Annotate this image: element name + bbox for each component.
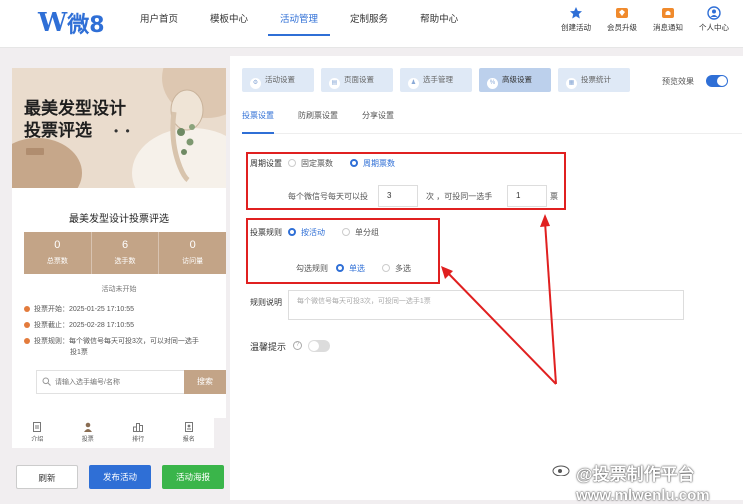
notifications-label: 消息通知 xyxy=(653,23,683,32)
top-navbar: W 微8 用户首页 模板中心 活动管理 定制服务 帮助中心 创建活动 会员升级 … xyxy=(0,0,743,48)
banner-decor-shape xyxy=(12,138,82,188)
search-icon xyxy=(42,377,51,386)
vote-rule-info: 投票规则：每个微信号每天可投3次，可以对同一选手 投1票 xyxy=(24,336,199,358)
tab-intro[interactable]: 介绍 xyxy=(12,418,63,448)
tab-anti-fraud-settings[interactable]: 防刷票设置 xyxy=(298,104,338,134)
vote-start-info: 投票开始：2025-01-25 17:10:55 xyxy=(24,304,134,315)
stats-bar: 0 总票数 6 选手数 0 访问量 xyxy=(24,232,226,274)
tab-vote[interactable]: 投票 xyxy=(63,418,114,448)
settings-subtabs: 投票设置 防刷票设置 分享设置 xyxy=(242,104,742,134)
rule-desc-textarea[interactable]: 每个微信号每天可投3次，可投同一选手1票 xyxy=(288,290,684,320)
preview-tabbar: 介绍 投票 排行 报名 xyxy=(12,418,214,448)
tab-vote-settings[interactable]: 投票设置 xyxy=(242,104,274,134)
vote-end-info: 投票截止：2025-02-28 17:10:55 xyxy=(24,320,134,331)
create-activity-label: 创建活动 xyxy=(561,23,591,32)
rule-desc-label: 规则说明 xyxy=(250,298,282,307)
step-page-settings[interactable]: ▤ 页面设置 xyxy=(321,68,393,92)
notifications-button[interactable]: 消息通知 xyxy=(645,6,691,33)
create-activity-button[interactable]: 创建活动 xyxy=(553,6,599,33)
tab-signup[interactable]: 报名 xyxy=(164,418,215,448)
diamond-icon xyxy=(616,8,628,18)
top-actions: 创建活动 会员升级 消息通知 个人中心 xyxy=(553,6,737,33)
search-button[interactable]: 搜索 xyxy=(184,370,226,394)
percent-icon: % xyxy=(487,78,498,89)
tab-share-settings[interactable]: 分享设置 xyxy=(362,104,394,134)
person-icon xyxy=(83,422,92,432)
activity-poster-button[interactable]: 活动海报 xyxy=(162,465,224,489)
hairstyle-illustration xyxy=(170,89,204,182)
step-vote-statistics[interactable]: ▦ 投票统计 xyxy=(558,68,630,92)
clock-icon xyxy=(24,306,30,312)
preview-toggle[interactable] xyxy=(706,75,728,87)
refresh-button[interactable]: 刷新 xyxy=(16,465,78,489)
watermark-url: www.mlwenlu.com xyxy=(576,487,710,504)
preview-toggle-label: 预览效果 xyxy=(662,77,694,86)
member-upgrade-label: 会员升级 xyxy=(607,23,637,32)
nav-template-center[interactable]: 模板中心 xyxy=(198,0,260,48)
star-icon xyxy=(570,7,582,19)
banner-title: 最美发型设计 投票评选 xyxy=(24,99,126,140)
nav-user-home[interactable]: 用户首页 xyxy=(128,0,190,48)
bell-icon xyxy=(662,8,674,18)
stat-players: 6 选手数 xyxy=(92,232,160,274)
page-icon: ▤ xyxy=(329,78,340,89)
publish-activity-button[interactable]: 发布活动 xyxy=(89,465,151,489)
banner-dots: • • xyxy=(114,124,132,138)
personal-center-label: 个人中心 xyxy=(699,23,729,32)
reminder-label: 温馨提示 xyxy=(250,342,287,352)
watermark: @投票制作平台 www.mlwenlu.com xyxy=(576,460,710,504)
ranking-icon xyxy=(133,423,144,432)
highlight-box xyxy=(246,152,566,210)
chart-icon: ▦ xyxy=(566,78,577,89)
settings-icon: ⚙ xyxy=(250,78,261,89)
preview-banner: 最美发型设计 投票评选 • • xyxy=(12,68,226,188)
step-player-management[interactable]: ♟ 选手管理 xyxy=(400,68,472,92)
logo[interactable]: W 微8 xyxy=(38,8,105,38)
reminder-toggle[interactable] xyxy=(308,340,330,352)
stat-visits: 0 访问量 xyxy=(182,239,204,265)
logo-text: 微8 xyxy=(67,13,105,38)
search-input[interactable] xyxy=(55,374,183,390)
tab-ranking[interactable]: 排行 xyxy=(113,418,164,448)
watermark-title: @投票制作平台 xyxy=(576,465,695,484)
banner-tag xyxy=(26,148,45,155)
stat-total-votes: 0 总票数 xyxy=(24,232,92,274)
clock-icon xyxy=(24,322,30,328)
doc-icon xyxy=(33,422,42,432)
activity-title: 最美发型设计投票评选 xyxy=(69,214,169,225)
main-nav: 用户首页 模板中心 活动管理 定制服务 帮助中心 xyxy=(128,0,478,48)
activity-preview: 最美发型设计 投票评选 • • 最美发型设计投票评选 0 总票数 6 选手数 0… xyxy=(12,68,226,418)
signup-icon xyxy=(184,422,193,432)
settings-panel: ⚙ 活动设置 ▤ 页面设置 ♟ 选手管理 % 高级设置 ▦ 投票统计 预览效果 投票设置 … xyxy=(230,56,743,500)
nav-activity-management[interactable]: 活动管理 xyxy=(268,0,331,36)
toggle-knob xyxy=(309,341,319,351)
weibo-logo-icon xyxy=(552,465,570,476)
help-icon[interactable]: ? xyxy=(293,341,302,350)
player-search: 搜索 xyxy=(36,370,226,394)
member-upgrade-button[interactable]: 会员升级 xyxy=(599,6,645,33)
info-icon xyxy=(24,338,30,344)
step-nav: ⚙ 活动设置 ▤ 页面设置 ♟ 选手管理 % 高级设置 ▦ 投票统计 xyxy=(242,68,637,92)
step-activity-settings[interactable]: ⚙ 活动设置 xyxy=(242,68,314,92)
highlight-box xyxy=(246,218,440,284)
nav-help-center[interactable]: 帮助中心 xyxy=(408,0,470,48)
logo-mark: W xyxy=(38,8,67,38)
nav-custom-service[interactable]: 定制服务 xyxy=(338,0,400,48)
user-icon xyxy=(707,6,721,20)
toggle-knob xyxy=(717,76,727,86)
activity-status: 活动未开始 xyxy=(101,286,137,293)
step-advanced-settings[interactable]: % 高级设置 xyxy=(479,68,551,92)
people-icon: ♟ xyxy=(408,78,419,89)
personal-center-button[interactable]: 个人中心 xyxy=(691,6,737,33)
